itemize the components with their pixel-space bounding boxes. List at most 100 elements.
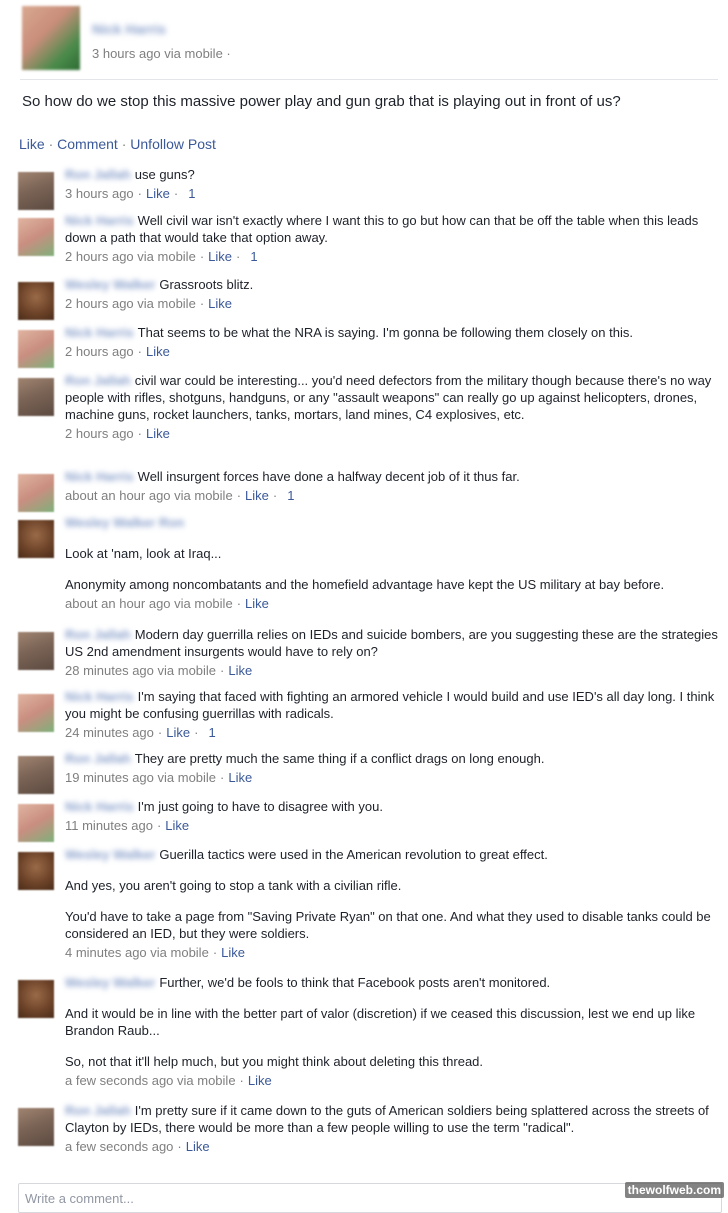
comment-like-link[interactable]: Like bbox=[146, 426, 170, 441]
post-author-name[interactable]: Nick Harris bbox=[92, 21, 166, 37]
comment-meta: a few seconds ago · Like bbox=[65, 1138, 720, 1155]
commenter-avatar[interactable] bbox=[18, 282, 54, 320]
commenter-avatar[interactable] bbox=[18, 172, 54, 210]
comment-paragraph: Wesley Walker Ron bbox=[65, 514, 720, 531]
commenter-name[interactable]: Wesley Walker bbox=[65, 975, 155, 990]
comment-like-link[interactable]: Like bbox=[208, 249, 232, 264]
commenter-name[interactable]: Wesley Walker bbox=[65, 277, 155, 292]
like-count[interactable]: 1 bbox=[287, 488, 294, 503]
separator: · bbox=[156, 818, 162, 833]
comment-body: Ron Jallah civil war could be interesting… bbox=[65, 372, 720, 442]
commenter-name[interactable]: Wesley Walker bbox=[65, 847, 155, 862]
commenter-avatar[interactable] bbox=[18, 378, 54, 416]
comment-like-link[interactable]: Like bbox=[245, 488, 269, 503]
comment-text: I'm just going to have to disagree with … bbox=[137, 799, 383, 814]
commenter-avatar[interactable] bbox=[18, 852, 54, 890]
comment-like-link[interactable]: Like bbox=[146, 186, 170, 201]
comment-paragraph: Wesley Walker Grassroots blitz. bbox=[65, 276, 720, 293]
comment-meta: 2 hours ago · Like bbox=[65, 343, 720, 360]
comment-timestamp: about an hour ago via mobile bbox=[65, 488, 233, 503]
comment-paragraph: Nick Harris I'm saying that faced with fi… bbox=[65, 688, 720, 722]
comment-text: Further, we'd be fools to think that Fac… bbox=[159, 975, 551, 990]
comment-link[interactable]: Comment bbox=[57, 136, 118, 152]
watermark: thewolfweb.com bbox=[624, 1182, 724, 1198]
comment-meta: 3 hours ago · Like · 1 bbox=[65, 185, 720, 202]
commenter-name[interactable]: Wesley Walker Ron bbox=[65, 515, 184, 530]
comment-meta: 4 minutes ago via mobile · Like bbox=[65, 944, 720, 961]
commenter-avatar[interactable] bbox=[18, 980, 54, 1018]
commenter-name[interactable]: Nick Harris bbox=[65, 689, 134, 704]
like-count[interactable]: 1 bbox=[250, 249, 257, 264]
separator: · bbox=[137, 426, 143, 441]
comment-like-link[interactable]: Like bbox=[165, 818, 189, 833]
comment-like-link[interactable]: Like bbox=[166, 725, 190, 740]
comment-like-link[interactable]: Like bbox=[228, 770, 252, 785]
comment-body: Nick Harris I'm saying that faced with fi… bbox=[65, 688, 720, 741]
commenter-avatar[interactable] bbox=[18, 804, 54, 842]
commenter-avatar[interactable] bbox=[18, 330, 54, 368]
separator: · bbox=[121, 136, 127, 152]
divider bbox=[20, 79, 718, 80]
comment-like-link[interactable]: Like bbox=[146, 344, 170, 359]
commenter-name[interactable]: Nick Harris bbox=[65, 469, 134, 484]
comment-meta: about an hour ago via mobile · Like · 1 bbox=[65, 487, 720, 504]
commenter-name[interactable]: Nick Harris bbox=[65, 213, 134, 228]
commenter-name[interactable]: Ron Jallah bbox=[65, 373, 131, 388]
like-link[interactable]: Like bbox=[19, 136, 45, 152]
comment-text: You'd have to take a page from "Saving P… bbox=[65, 909, 711, 941]
comment-timestamp: 4 minutes ago via mobile bbox=[65, 945, 209, 960]
separator: · bbox=[236, 596, 242, 611]
comment-timestamp: 3 hours ago bbox=[65, 186, 134, 201]
commenter-avatar[interactable] bbox=[18, 1108, 54, 1146]
commenter-name[interactable]: Ron Jallah bbox=[65, 627, 131, 642]
commenter-name[interactable]: Nick Harris bbox=[65, 799, 134, 814]
commenter-name[interactable]: Ron Jallah bbox=[65, 1103, 131, 1118]
separator: · bbox=[272, 488, 278, 503]
commenter-avatar[interactable] bbox=[18, 474, 54, 512]
comment-timestamp: 28 minutes ago via mobile bbox=[65, 663, 217, 678]
commenter-name[interactable]: Ron Jallah bbox=[65, 167, 131, 182]
comment-body: Nick Harris That seems to be what the NRA… bbox=[65, 324, 720, 360]
comment-like-link[interactable]: Like bbox=[186, 1139, 210, 1154]
comment-timestamp: a few seconds ago bbox=[65, 1139, 174, 1154]
comment-text: And it would be in line with the better … bbox=[65, 1006, 696, 1038]
comment-paragraph: Nick Harris That seems to be what the NRA… bbox=[65, 324, 720, 341]
comment-like-link[interactable]: Like bbox=[248, 1073, 272, 1088]
commenter-avatar[interactable] bbox=[18, 218, 54, 256]
comment-composer[interactable] bbox=[18, 1183, 722, 1213]
commenter-name[interactable]: Ron Jallah bbox=[65, 751, 131, 766]
commenter-avatar[interactable] bbox=[18, 520, 54, 558]
comment-text: Well civil war isn't exactly where I wan… bbox=[65, 213, 699, 245]
comment-like-link[interactable]: Like bbox=[208, 296, 232, 311]
comment-like-link[interactable]: Like bbox=[245, 596, 269, 611]
comment-body: Nick Harris I'm just going to have to dis… bbox=[65, 798, 720, 834]
comment-paragraph: Ron Jallah Modern day guerrilla relies on… bbox=[65, 626, 720, 660]
like-count[interactable]: 1 bbox=[188, 186, 195, 201]
comment-body: Wesley Walker Grassroots blitz. 2 hours ag… bbox=[65, 276, 720, 312]
comment-like-link[interactable]: Like bbox=[221, 945, 245, 960]
comment-text: civil war could be interesting... you'd … bbox=[65, 373, 712, 422]
separator: · bbox=[199, 296, 205, 311]
comment-paragraph: Ron Jallah use guns? bbox=[65, 166, 720, 183]
comment-text: They are pretty much the same thing if a… bbox=[134, 751, 545, 766]
post-header: Nick Harris 3 hours ago via mobile · bbox=[22, 6, 712, 72]
comment-body: Wesley Walker Further, we'd be fools to t… bbox=[65, 974, 720, 1089]
commenter-name[interactable]: Nick Harris bbox=[65, 325, 134, 340]
commenter-avatar[interactable] bbox=[18, 756, 54, 794]
commenter-avatar[interactable] bbox=[18, 632, 54, 670]
comment-meta: 11 minutes ago · Like bbox=[65, 817, 720, 834]
comment-body: Ron Jallah Modern day guerrilla relies on… bbox=[65, 626, 720, 679]
comment-timestamp: a few seconds ago via mobile bbox=[65, 1073, 236, 1088]
comment-like-link[interactable]: Like bbox=[228, 663, 252, 678]
comment-text: So, not that it'll help much, but you mi… bbox=[65, 1054, 484, 1069]
comment-input[interactable] bbox=[19, 1184, 721, 1212]
comment-paragraph: Nick Harris I'm just going to have to dis… bbox=[65, 798, 720, 815]
comment-text: That seems to be what the NRA is saying.… bbox=[137, 325, 633, 340]
comment-text: Look at 'nam, look at Iraq... bbox=[65, 546, 222, 561]
like-count[interactable]: 1 bbox=[208, 725, 215, 740]
comment-paragraph: Ron Jallah I'm pretty sure if it came dow… bbox=[65, 1102, 720, 1136]
commenter-avatar[interactable] bbox=[18, 694, 54, 732]
unfollow-post-link[interactable]: Unfollow Post bbox=[130, 136, 216, 152]
avatar[interactable] bbox=[22, 6, 80, 70]
separator: · bbox=[239, 1073, 244, 1088]
